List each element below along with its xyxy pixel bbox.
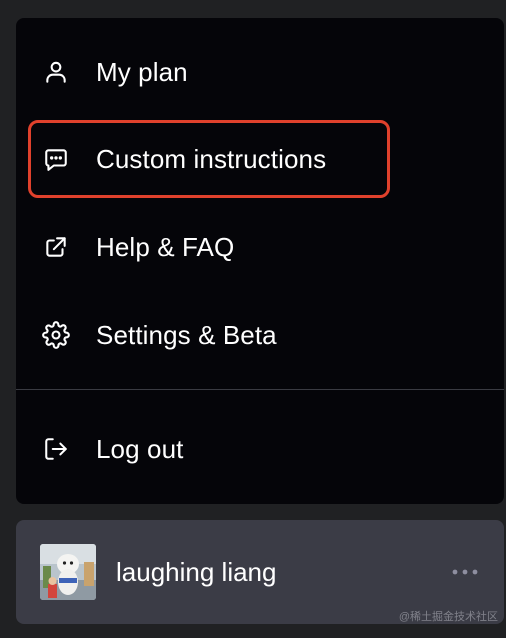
menu-item-help-faq[interactable]: Help & FAQ — [16, 217, 504, 277]
watermark: @稀土掘金技术社区 — [398, 611, 498, 623]
menu-divider — [16, 389, 504, 390]
menu-item-label: Help & FAQ — [96, 231, 235, 262]
gear-icon — [42, 321, 70, 349]
menu-item-label: Custom instructions — [96, 143, 327, 174]
menu-item-custom-instructions[interactable]: Custom instructions — [16, 129, 504, 189]
avatar — [40, 544, 96, 600]
message-dots-icon — [42, 145, 70, 173]
user-icon — [42, 58, 70, 86]
external-link-icon — [42, 233, 70, 261]
menu-item-label: Log out — [96, 433, 184, 464]
menu-item-label: My plan — [96, 56, 188, 87]
user-name: laughing liang — [116, 556, 277, 587]
menu-item-settings-beta[interactable]: Settings & Beta — [16, 305, 504, 365]
ellipsis-icon — [451, 563, 479, 581]
menu-item-log-out[interactable]: Log out — [16, 419, 504, 479]
menu-item-label: Settings & Beta — [96, 319, 277, 350]
more-options-button[interactable] — [450, 560, 480, 584]
account-menu: My plan Custom instructions Help & FAQ S… — [16, 18, 504, 504]
menu-item-my-plan[interactable]: My plan — [16, 42, 504, 102]
logout-icon — [42, 435, 70, 463]
